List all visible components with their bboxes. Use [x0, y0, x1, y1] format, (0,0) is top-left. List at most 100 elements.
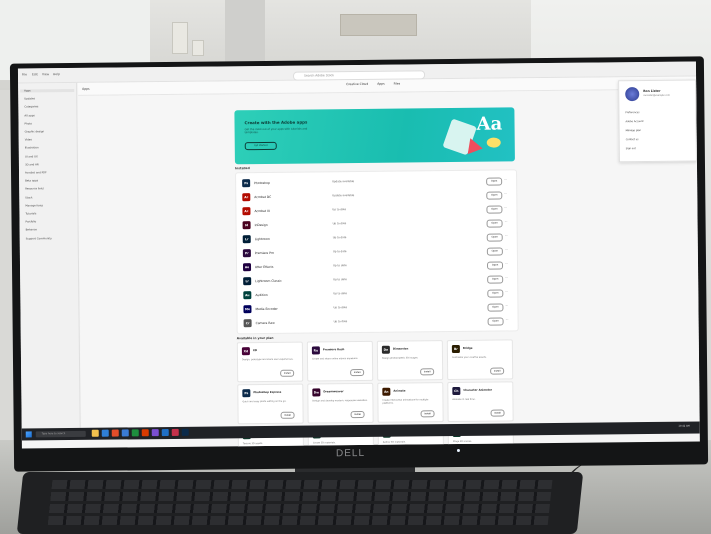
app-icon: Me [243, 305, 252, 314]
app-icon: Ae [242, 263, 252, 272]
available-heading: Available in your plan [236, 335, 274, 341]
install-button[interactable]: Install [350, 410, 365, 419]
app-card-name: Dreamweaver [323, 390, 344, 394]
app-status: Up to date [333, 278, 347, 282]
app-card-description: Stage 3D scenes. [452, 439, 472, 444]
tab-files[interactable]: Files [394, 82, 401, 86]
open-button[interactable]: Open [487, 289, 504, 298]
menu-view[interactable]: View [42, 72, 49, 76]
open-button[interactable]: Open [487, 275, 504, 284]
app-icon: Ac [242, 207, 251, 216]
install-button[interactable]: Install [350, 368, 365, 377]
install-button[interactable]: Install [490, 409, 505, 417]
app-name: Audition [255, 292, 268, 298]
app-card-description: Quick and easy photo editing on the go. [242, 399, 287, 404]
more-options-icon[interactable]: ··· [505, 261, 508, 265]
explorer-icon[interactable] [91, 429, 99, 437]
sidebar-item[interactable]: Behance [26, 229, 37, 232]
key-row [48, 504, 550, 513]
banner-button[interactable]: Get started [244, 141, 277, 151]
open-button[interactable]: Open [486, 205, 503, 214]
search-placeholder: Search Adobe Stock [304, 73, 335, 78]
taskbar-search[interactable]: Type here to search [35, 430, 86, 438]
more-options-icon[interactable]: ··· [504, 177, 507, 181]
app-name: Lightroom Classic [255, 278, 282, 284]
sidebar-item[interactable]: Portfolio [26, 221, 37, 224]
more-options-icon[interactable]: ··· [505, 289, 508, 293]
open-button[interactable]: Open [487, 317, 504, 326]
banner-title: Create with the Adobe apps [244, 119, 308, 126]
word-icon[interactable] [161, 429, 169, 437]
install-button[interactable]: Install [490, 367, 505, 375]
more-options-icon[interactable]: ··· [505, 303, 508, 307]
sidebar-item[interactable]: Tutorials [25, 212, 36, 215]
app-icon: Dw [312, 388, 321, 397]
menu-help[interactable]: Help [53, 72, 60, 76]
more-options-icon[interactable]: ··· [505, 233, 508, 237]
app-name: Media Encoder [255, 306, 278, 312]
powerpoint-icon[interactable] [171, 428, 179, 436]
teams-icon[interactable] [151, 429, 159, 437]
menu-file[interactable]: File [22, 72, 27, 76]
sidebar-item[interactable]: Apps [20, 88, 75, 93]
install-button[interactable]: Install [420, 410, 435, 418]
sidebar-item[interactable]: Beta apps [25, 180, 38, 183]
sidebar-item[interactable]: All apps [24, 114, 34, 117]
open-button[interactable]: Open [486, 247, 503, 256]
sidebar-item[interactable]: 3D and AR [25, 163, 39, 166]
sidebar-item[interactable]: Stock [25, 196, 32, 199]
more-options-icon[interactable]: ··· [505, 219, 508, 223]
profile-menu-item[interactable]: Adobe Account [626, 120, 644, 123]
sidebar-item[interactable]: Resource links [25, 188, 44, 191]
excel-icon[interactable] [131, 429, 139, 437]
app-card-description: Texture 3D assets. [242, 442, 264, 446]
air-conditioner [340, 14, 417, 36]
more-options-icon[interactable]: ··· [506, 317, 509, 321]
creative-cloud-icon[interactable] [141, 429, 149, 437]
more-options-icon[interactable]: ··· [505, 247, 508, 251]
open-button[interactable]: Open [486, 191, 503, 200]
app-icon: Ru [311, 346, 320, 355]
profile-menu-item[interactable]: Manage plan [626, 129, 641, 132]
app-name: Premiere Pro [254, 250, 275, 256]
open-button[interactable]: Open [486, 219, 503, 228]
app-icon: Pr [242, 249, 251, 258]
sidebar-item[interactable]: Illustration [25, 147, 39, 150]
sidebar-item[interactable]: Video [25, 139, 32, 142]
install-button[interactable]: Install [280, 411, 295, 419]
open-button[interactable]: Open [486, 233, 503, 242]
app-card: Ps Photoshop Express Quick and easy photo … [237, 383, 304, 425]
sidebar-item[interactable]: UI and UX [25, 155, 38, 158]
profile-menu-item[interactable]: Contact us [626, 138, 639, 141]
sidebar-item[interactable]: Categories [24, 106, 38, 109]
open-button[interactable]: Open [486, 261, 504, 270]
edge-icon[interactable] [101, 429, 109, 437]
install-button[interactable]: Install [420, 368, 435, 376]
sidebar-item[interactable]: Acrobat and PDF [25, 171, 47, 174]
menu-edit[interactable]: Edit [32, 72, 38, 76]
sidebar-item[interactable]: Photo [24, 122, 31, 125]
app-card: An Animate Create interactive animations f… [377, 382, 444, 423]
more-options-icon[interactable]: ··· [504, 191, 507, 195]
mail-icon[interactable] [121, 429, 129, 437]
open-button[interactable]: Open [487, 303, 504, 312]
office-icon[interactable] [111, 429, 119, 437]
wall-switch [192, 40, 204, 56]
power-led [456, 448, 460, 452]
avatar[interactable] [625, 87, 640, 102]
app-card-name: Character Animator [463, 388, 493, 392]
photoshop-icon[interactable] [181, 428, 189, 436]
more-options-icon[interactable]: ··· [505, 275, 508, 279]
start-icon[interactable] [25, 431, 32, 438]
sidebar-item[interactable]: Graphic design [25, 130, 45, 133]
profile-menu-item[interactable]: Sign out [626, 147, 636, 150]
tab-creative-cloud[interactable]: Creative Cloud [346, 82, 368, 86]
profile-menu-item[interactable]: Preferences [625, 111, 639, 114]
tab-apps[interactable]: Apps [377, 82, 384, 86]
sidebar-item[interactable]: Updates [24, 98, 35, 101]
open-button[interactable]: Open [486, 177, 503, 186]
more-options-icon[interactable]: ··· [504, 205, 507, 209]
sidebar-item[interactable]: Support Community [26, 237, 52, 240]
sidebar-item[interactable]: Manage fonts [25, 204, 43, 207]
install-button[interactable]: Install [280, 369, 295, 377]
